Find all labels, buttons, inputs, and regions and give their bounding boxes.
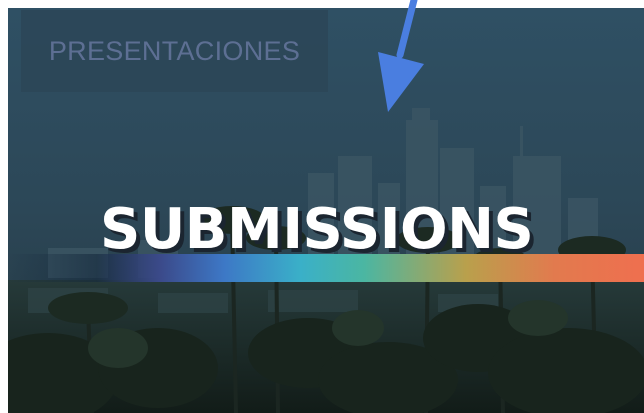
presentaciones-tag[interactable]: PRESENTACIONES (21, 10, 328, 92)
tag-label: PRESENTACIONES (48, 35, 301, 66)
hero-headline: SUBMISSIONS (100, 197, 534, 262)
hero-banner: PRESENTACIONES SUBMISSIONS (8, 8, 644, 413)
screenshot-frame: PRESENTACIONES SUBMISSIONS (0, 0, 644, 413)
